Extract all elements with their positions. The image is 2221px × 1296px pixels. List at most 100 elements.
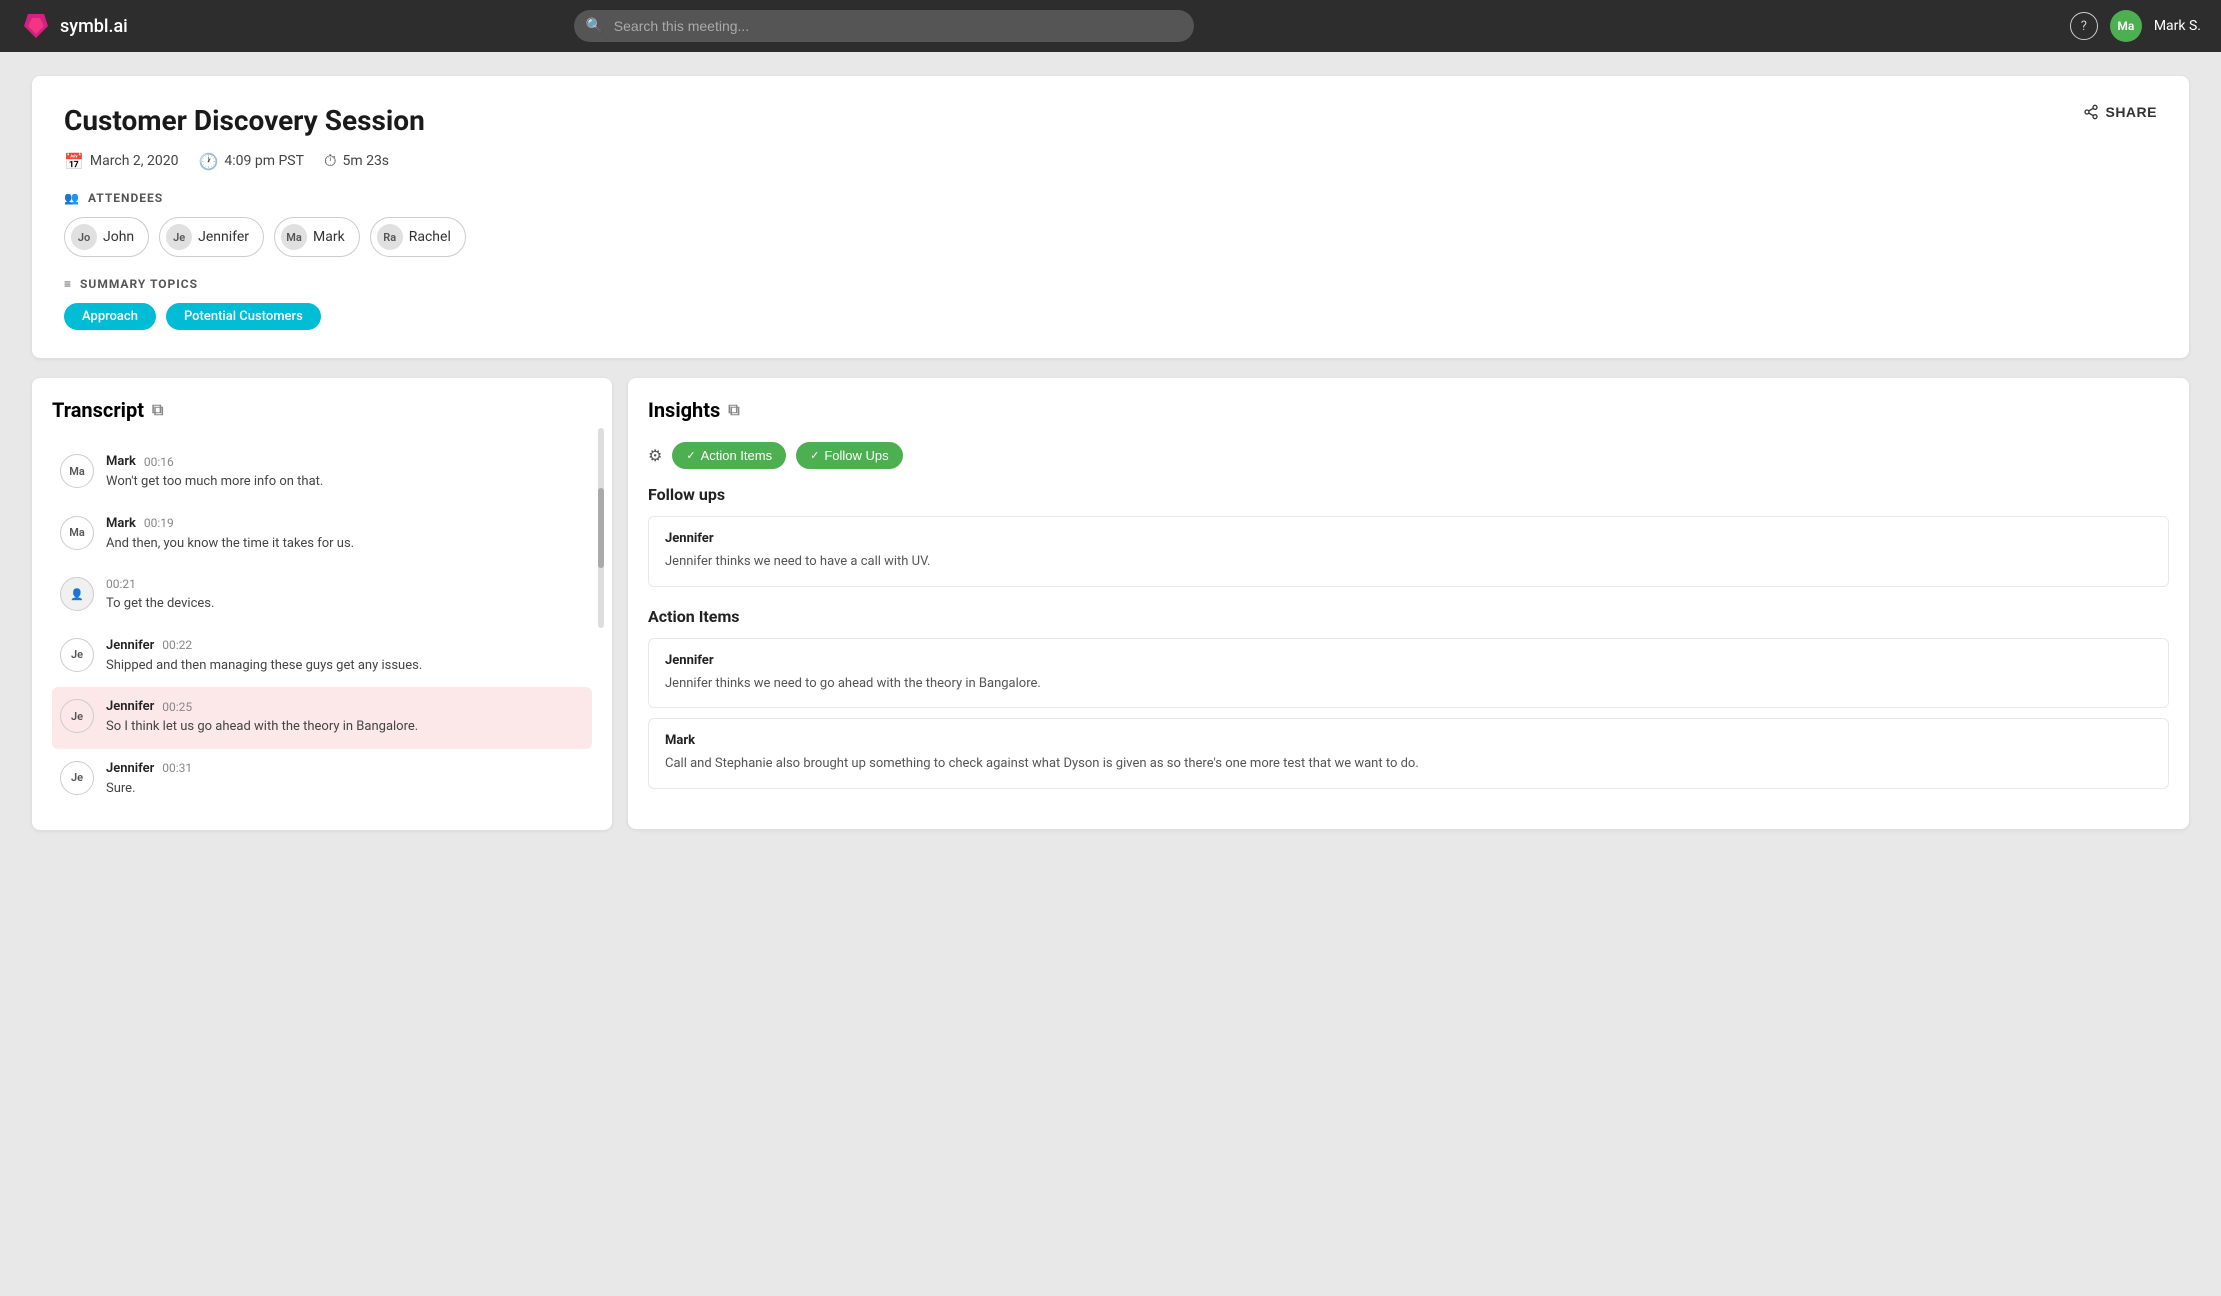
follow-up-card: Jennifer Jennifer thinks we need to have… bbox=[648, 516, 2169, 587]
attendees-list: Jo John Je Jennifer Ma Mark Ra Rachel bbox=[64, 217, 2157, 257]
insight-text: Jennifer thinks we need to have a call w… bbox=[665, 552, 2152, 572]
transcript-item: Je Jennifer 00:22 Shipped and then manag… bbox=[52, 626, 592, 688]
transcript-panel: Transcript ⧉ Ma Mark 00:16 Won't get too… bbox=[32, 378, 612, 830]
transcript-content: Mark 00:16 Won't get too much more info … bbox=[106, 454, 323, 492]
speaker-line: Mark 00:16 bbox=[106, 454, 323, 469]
attendees-section: 👥 ATTENDEES Jo John Je Jennifer Ma Mark … bbox=[64, 191, 2157, 257]
attendee-avatar: Ra bbox=[377, 224, 403, 250]
logo-icon bbox=[20, 10, 52, 42]
transcript-item: 👤 00:21 To get the devices. bbox=[52, 565, 592, 626]
transcript-list: Ma Mark 00:16 Won't get too much more in… bbox=[52, 442, 592, 810]
nav-right: ? Ma Mark S. bbox=[2070, 10, 2201, 42]
speaker-line: Mark 00:19 bbox=[106, 516, 354, 531]
attendee-name: Mark bbox=[313, 229, 345, 245]
session-meta: 📅 March 2, 2020 🕐 4:09 pm PST ⏱ 5m 23s bbox=[64, 151, 2157, 171]
attendee-avatar: Ma bbox=[281, 224, 307, 250]
action-items-section: Action Items Jennifer Jennifer thinks we… bbox=[648, 607, 2169, 789]
transcript-text: So I think let us go ahead with the theo… bbox=[106, 717, 418, 737]
transcript-content: Jennifer 00:31 Sure. bbox=[106, 761, 192, 799]
transcript-item: Ma Mark 00:19 And then, you know the tim… bbox=[52, 504, 592, 566]
speaker-time: 00:19 bbox=[144, 516, 174, 530]
user-avatar[interactable]: Ma bbox=[2110, 10, 2142, 42]
clock-icon: 🕐 bbox=[198, 152, 218, 171]
transcript-item: Je Jennifer 00:31 Sure. bbox=[52, 749, 592, 811]
attendee-name: John bbox=[103, 229, 134, 245]
duration-icon: ⏱ bbox=[324, 151, 336, 171]
transcript-content: Jennifer 00:25 So I think let us go ahea… bbox=[106, 699, 418, 737]
insight-text: Jennifer thinks we need to go ahead with… bbox=[665, 674, 2152, 694]
speaker-name: Jennifer bbox=[106, 699, 154, 714]
topics-label: ≡ SUMMARY TOPICS bbox=[64, 277, 2157, 291]
action-items-filter-button[interactable]: ✓ Action Items bbox=[672, 442, 786, 469]
transcript-text: And then, you know the time it takes for… bbox=[106, 534, 354, 554]
search-icon: 🔍 bbox=[586, 18, 603, 34]
transcript-item: Ma Mark 00:16 Won't get too much more in… bbox=[52, 442, 592, 504]
logo[interactable]: symbl.ai bbox=[20, 10, 128, 42]
speaker-line: Jennifer 00:31 bbox=[106, 761, 192, 776]
insights-copy-icon[interactable]: ⧉ bbox=[728, 400, 739, 420]
filter-icon[interactable]: ⚙ bbox=[648, 446, 662, 465]
action-items-title: Action Items bbox=[648, 607, 2169, 626]
topics-section: ≡ SUMMARY TOPICS Approach Potential Custo… bbox=[64, 277, 2157, 330]
topic-chip[interactable]: Potential Customers bbox=[166, 303, 321, 330]
search-input[interactable] bbox=[574, 10, 1194, 42]
share-button[interactable]: SHARE bbox=[2083, 104, 2157, 120]
session-card: Customer Discovery Session SHARE 📅 March… bbox=[32, 76, 2189, 358]
speaker-name: Mark bbox=[106, 454, 136, 469]
speaker-time: 00:25 bbox=[162, 700, 192, 714]
speaker-name: Mark bbox=[106, 516, 136, 531]
session-duration: ⏱ 5m 23s bbox=[324, 151, 389, 171]
transcript-content: Mark 00:19 And then, you know the time i… bbox=[106, 516, 354, 554]
insight-person: Jennifer bbox=[665, 653, 2152, 668]
speaker-line: 00:21 bbox=[106, 577, 214, 591]
speaker-avatar: 👤 bbox=[60, 577, 94, 611]
scroll-thumb bbox=[598, 488, 604, 568]
user-name: Mark S. bbox=[2154, 18, 2201, 34]
speaker-name: Jennifer bbox=[106, 761, 154, 776]
session-header: Customer Discovery Session SHARE bbox=[64, 104, 2157, 137]
insight-text: Call and Stephanie also brought up somet… bbox=[665, 754, 2152, 774]
speaker-avatar: Je bbox=[60, 638, 94, 672]
transcript-text: Won't get too much more info on that. bbox=[106, 472, 323, 492]
insights-title: Insights ⧉ bbox=[648, 398, 2169, 422]
topic-chip[interactable]: Approach bbox=[64, 303, 156, 330]
follow-ups-section: Follow ups Jennifer Jennifer thinks we n… bbox=[648, 485, 2169, 587]
transcript-content: Jennifer 00:22 Shipped and then managing… bbox=[106, 638, 422, 676]
attendee-avatar: Jo bbox=[71, 224, 97, 250]
attendees-label: 👥 ATTENDEES bbox=[64, 191, 2157, 205]
panels: Transcript ⧉ Ma Mark 00:16 Won't get too… bbox=[32, 378, 2189, 830]
main-content: Customer Discovery Session SHARE 📅 March… bbox=[0, 52, 2221, 854]
follow-ups-list: Jennifer Jennifer thinks we need to have… bbox=[648, 516, 2169, 587]
speaker-avatar: Je bbox=[60, 699, 94, 733]
search-bar: 🔍 bbox=[574, 10, 1194, 42]
share-icon bbox=[2083, 104, 2099, 120]
transcript-text: Sure. bbox=[106, 779, 192, 799]
topics-icon: ≡ bbox=[64, 277, 72, 291]
attendee-chip[interactable]: Ra Rachel bbox=[370, 217, 466, 257]
speaker-avatar: Je bbox=[60, 761, 94, 795]
attendee-chip[interactable]: Je Jennifer bbox=[159, 217, 264, 257]
speaker-time: 00:16 bbox=[144, 455, 174, 469]
help-icon[interactable]: ? bbox=[2070, 12, 2098, 40]
attendee-avatar: Je bbox=[166, 224, 192, 250]
follow-ups-filter-button[interactable]: ✓ Follow Ups bbox=[796, 442, 903, 469]
insights-filters: ⚙ ✓ Action Items ✓ Follow Ups bbox=[648, 442, 2169, 469]
attendee-chip[interactable]: Jo John bbox=[64, 217, 149, 257]
attendee-name: Jennifer bbox=[198, 229, 249, 245]
insights-panel: Insights ⧉ ⚙ ✓ Action Items ✓ Follow Ups… bbox=[628, 378, 2189, 829]
speaker-line: Jennifer 00:22 bbox=[106, 638, 422, 653]
people-icon: 👥 bbox=[64, 191, 80, 205]
attendee-chip[interactable]: Ma Mark bbox=[274, 217, 360, 257]
speaker-time: 00:21 bbox=[106, 577, 136, 591]
transcript-copy-icon[interactable]: ⧉ bbox=[152, 400, 163, 420]
transcript-text: To get the devices. bbox=[106, 594, 214, 614]
follow-ups-title: Follow ups bbox=[648, 485, 2169, 504]
speaker-avatar: Ma bbox=[60, 516, 94, 550]
transcript-item: Je Jennifer 00:25 So I think let us go a… bbox=[52, 687, 592, 749]
speaker-time: 00:22 bbox=[162, 638, 192, 652]
action-item-card: Jennifer Jennifer thinks we need to go a… bbox=[648, 638, 2169, 709]
insight-person: Mark bbox=[665, 733, 2152, 748]
speaker-name: Jennifer bbox=[106, 638, 154, 653]
scroll-indicator[interactable] bbox=[598, 428, 604, 628]
calendar-icon: 📅 bbox=[64, 152, 84, 171]
